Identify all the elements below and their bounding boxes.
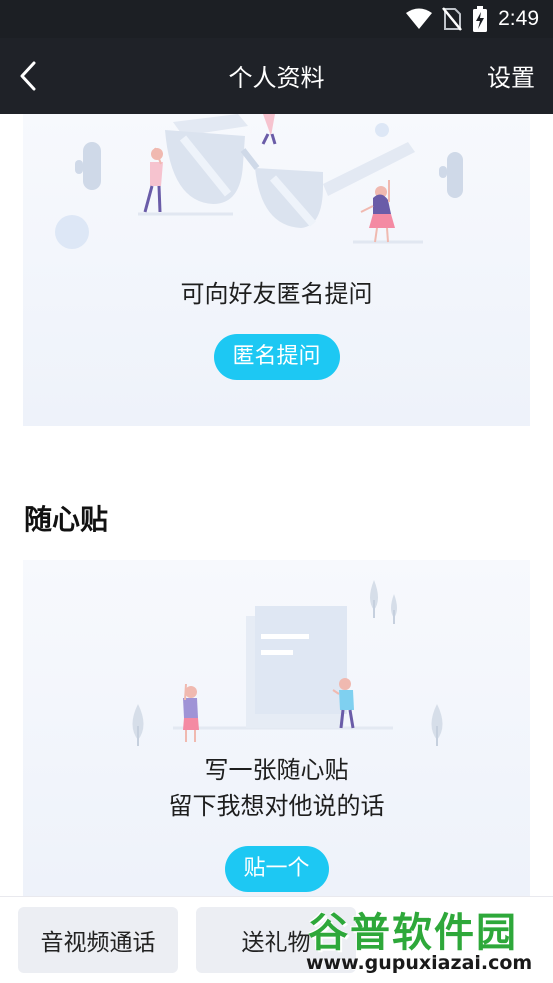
section-title: 随心贴	[24, 503, 109, 536]
status-icons: 2:49	[406, 6, 539, 32]
watermark-logo: 谷普软件园 www.gupuxiazai.com	[300, 896, 553, 983]
sticky-note-text-line2: 留下我想对他说的话	[168, 792, 385, 820]
anonymous-question-text: 可向好友匿名提问	[180, 280, 373, 308]
sticky-note-illustration	[132, 580, 443, 746]
status-bar: 2:49	[0, 0, 553, 38]
sticky-note-card: 写一张随心贴 留下我想对他说的话 贴一个	[23, 560, 530, 896]
post-note-button[interactable]: 贴一个	[224, 846, 329, 892]
watermark-title: 谷普软件园	[308, 910, 518, 956]
watermark-url: www.gupuxiazai.com	[306, 952, 533, 974]
sticky-note-text-line1: 写一张随心贴	[204, 756, 349, 784]
page-title: 个人资料	[228, 64, 325, 92]
battery-icon	[473, 6, 488, 32]
settings-button[interactable]: 设置	[487, 58, 535, 93]
video-call-button[interactable]: 音视频通话	[18, 907, 178, 973]
status-time: 2:49	[498, 7, 539, 30]
anonymous-question-card: 可向好友匿名提问 匿名提问	[23, 114, 530, 426]
anonymous-question-button[interactable]: 匿名提问	[213, 334, 340, 380]
no-sim-icon	[442, 7, 463, 31]
wifi-icon	[406, 8, 433, 29]
title-bar: 个人资料 设置	[0, 38, 553, 114]
